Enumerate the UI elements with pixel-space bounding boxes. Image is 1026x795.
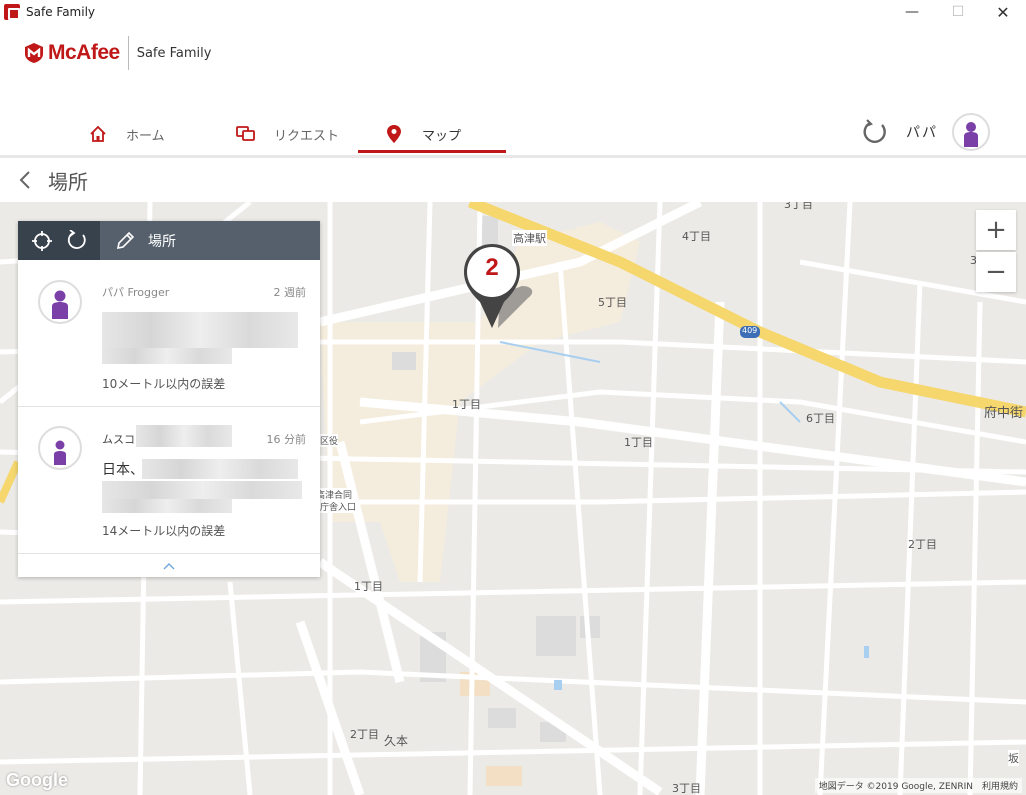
- avatar: [38, 280, 82, 324]
- entry-time: 16 分前: [266, 433, 307, 446]
- map-label: 区役: [320, 434, 339, 447]
- user-area: パパ: [862, 112, 990, 152]
- collapse-panel-button[interactable]: [18, 555, 320, 577]
- map-label: 1丁目: [452, 398, 481, 411]
- page-header: 場所: [0, 160, 1026, 200]
- avatar: [38, 426, 82, 470]
- map-label: 坂: [1008, 750, 1019, 766]
- refresh-icon[interactable]: [862, 119, 888, 145]
- chevron-up-icon: [163, 563, 175, 570]
- entry-name: ムスコ: [102, 433, 135, 446]
- google-logo: Google: [6, 770, 68, 790]
- brand-divider: [127, 36, 129, 70]
- entry-address: 日本、: [102, 462, 144, 478]
- redacted-address: [102, 481, 302, 499]
- page-title: 場所: [48, 169, 88, 194]
- map-attribution[interactable]: 地図データ ©2019 Google, ZENRIN 利用規約: [814, 778, 1022, 793]
- tab-home-label: ホーム: [126, 128, 165, 144]
- map-label: 庁舎入口: [320, 500, 357, 513]
- entry-accuracy: 10メートル以内の誤差: [102, 377, 226, 391]
- location-entry[interactable]: パパ Frogger 2 週前 10メートル以内の誤差: [18, 260, 320, 407]
- marker-label: 2: [485, 254, 499, 281]
- brand-product: Safe Family: [136, 45, 212, 61]
- person-icon: [964, 122, 978, 147]
- maximize-button[interactable]: ☐: [935, 0, 981, 24]
- brand-logo: McAfee Safe Family: [24, 36, 211, 70]
- app-icon: [4, 4, 20, 20]
- locate-button[interactable]: [29, 228, 55, 254]
- map-label: 1丁目: [354, 580, 383, 593]
- entry-accuracy: 14メートル以内の誤差: [102, 524, 226, 538]
- back-chevron-icon[interactable]: [18, 170, 32, 190]
- main-nav: ホーム リクエスト マップ パパ: [0, 100, 1026, 158]
- tab-map-label: マップ: [422, 128, 462, 144]
- tool-group: [18, 221, 100, 260]
- tab-home[interactable]: ホーム: [88, 116, 165, 152]
- map-label: 久本: [384, 734, 409, 748]
- edit-places-button[interactable]: 場所: [100, 221, 176, 260]
- redacted-address: [102, 348, 232, 364]
- tab-request-label: リクエスト: [274, 128, 340, 144]
- map-label: 2丁目: [350, 728, 379, 741]
- location-panel: 場所 パパ Frogger 2 週前 10メートル以内の誤差 ムスコ 16 分前…: [18, 221, 320, 577]
- person-icon: [52, 290, 68, 319]
- window-titlebar: Safe Family — ☐ ✕: [0, 0, 1026, 24]
- map-label: 2丁目: [908, 538, 937, 551]
- map-label: 1丁目: [624, 436, 653, 449]
- map-label: 6丁目: [806, 412, 835, 425]
- entry-name: パパ Frogger: [102, 286, 170, 299]
- redacted-name: [136, 425, 232, 447]
- zoom-in-button[interactable]: +: [976, 210, 1016, 250]
- user-name[interactable]: パパ: [906, 122, 938, 142]
- home-icon: [88, 124, 108, 144]
- redacted-address: [102, 312, 298, 332]
- minimize-button[interactable]: —: [889, 0, 935, 24]
- refresh-icon: [67, 229, 86, 249]
- map-label: 4丁目: [682, 230, 711, 243]
- location-entry[interactable]: ムスコ 16 分前 日本、 14メートル以内の誤差: [18, 407, 320, 554]
- zoom-out-button[interactable]: −: [976, 252, 1016, 292]
- active-tab-indicator: [358, 150, 506, 153]
- window-title: Safe Family: [26, 5, 96, 19]
- crosshair-icon: [31, 230, 52, 251]
- map-label: 5丁目: [598, 296, 627, 309]
- mcafee-shield-icon: [25, 43, 43, 63]
- refresh-locations-button[interactable]: [64, 228, 90, 254]
- user-avatar[interactable]: [952, 113, 990, 151]
- toolbar-label: 場所: [148, 233, 176, 250]
- map-label: 府中街: [984, 406, 1024, 421]
- map-label: 3丁目: [784, 202, 813, 211]
- request-icon: [236, 124, 256, 144]
- entry-time: 2 週前: [273, 286, 307, 299]
- close-button[interactable]: ✕: [980, 0, 1026, 24]
- redacted-address: [102, 499, 232, 513]
- pencil-icon: [112, 228, 138, 254]
- route-number: 409: [742, 326, 758, 335]
- redacted-address: [142, 459, 298, 479]
- tab-request[interactable]: リクエスト: [236, 116, 339, 152]
- tab-map[interactable]: マップ: [358, 116, 506, 152]
- map-pin-icon: [384, 124, 404, 144]
- location-marker[interactable]: 2: [462, 242, 533, 334]
- redacted-address: [102, 332, 298, 348]
- panel-toolbar: 場所: [18, 221, 320, 260]
- map-label: 3丁目: [672, 782, 701, 795]
- brand-name: McAfee: [48, 41, 120, 64]
- person-icon: [54, 440, 66, 465]
